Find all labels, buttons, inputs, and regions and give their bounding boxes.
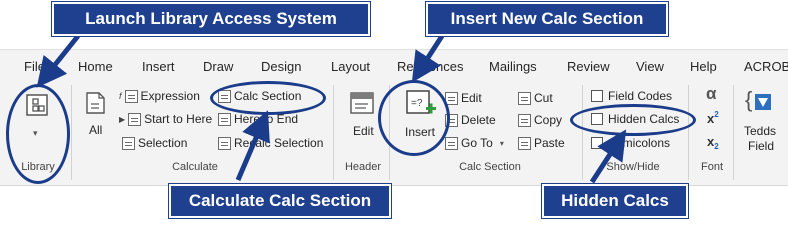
arrow-launch <box>36 34 80 88</box>
callout-launch-library: Launch Library Access System <box>52 2 370 36</box>
callout-insert-new-calc-section: Insert New Calc Section <box>426 2 668 36</box>
callout-hidden-calcs: Hidden Calcs <box>542 184 688 218</box>
callout-calculate-calc-section: Calculate Calc Section <box>169 184 391 218</box>
arrow-hidden <box>589 129 627 184</box>
arrow-calculate <box>235 110 270 181</box>
arrow-insert-new <box>411 34 445 83</box>
